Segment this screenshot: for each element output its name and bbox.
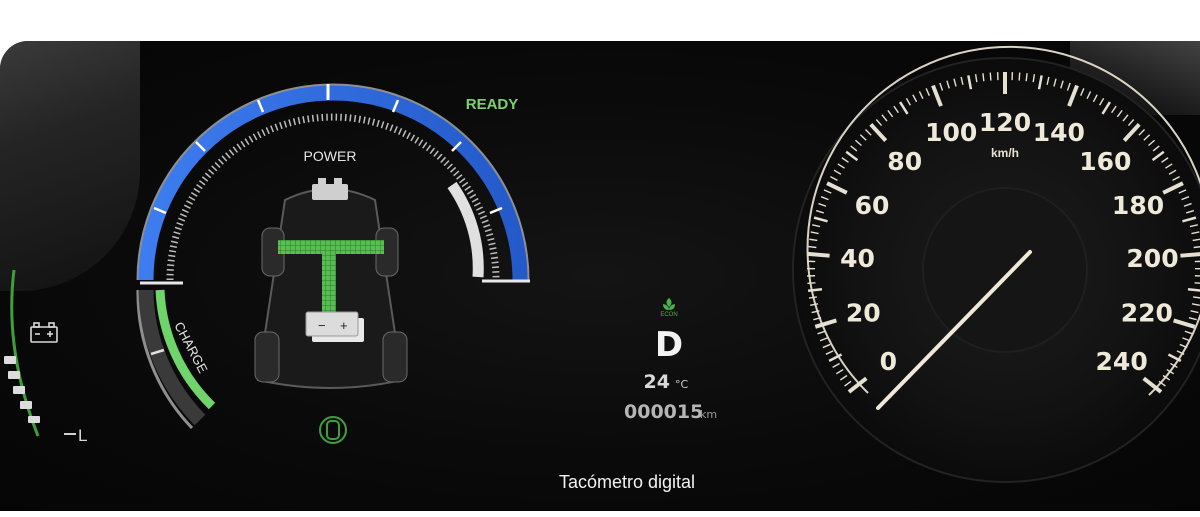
image-caption: Tacómetro digital bbox=[558, 472, 696, 492]
flow-bar-vertical bbox=[322, 254, 336, 312]
speed-label-80: 80 bbox=[887, 147, 922, 176]
minor-tick bbox=[1025, 73, 1028, 82]
speedometer-hub bbox=[922, 187, 1088, 353]
minor-tick bbox=[807, 282, 816, 285]
minor-tick bbox=[1018, 72, 1021, 81]
speed-unit-label: km/h bbox=[991, 146, 1019, 160]
power-label: POWER bbox=[304, 148, 357, 164]
speed-label-140: 140 bbox=[1033, 118, 1085, 147]
odometer-value: 000015 bbox=[624, 401, 703, 423]
minor-tick bbox=[982, 73, 985, 82]
side-gauge: L bbox=[4, 269, 87, 445]
instrument-cluster-photo: L POWER CHARGE READY − + ECON D 24 °C 00… bbox=[0, 41, 1200, 511]
speed-label-40: 40 bbox=[840, 244, 875, 273]
speed-label-20: 20 bbox=[846, 298, 881, 327]
speedometer: 0 20 40 60 80100 120 140160 180 200 220 240 km/h bbox=[792, 45, 1200, 483]
battery-icon bbox=[30, 322, 58, 343]
speed-label-180: 180 bbox=[1112, 191, 1164, 220]
minor-tick bbox=[1187, 287, 1200, 292]
speed-label-220: 220 bbox=[1121, 298, 1173, 327]
minor-tick bbox=[1194, 282, 1200, 284]
econ-label: ECON bbox=[660, 312, 677, 318]
side-gauge-low-label: L bbox=[78, 426, 87, 445]
power-meter-white-bar bbox=[447, 181, 484, 278]
speed-label-160: 160 bbox=[1079, 147, 1131, 176]
speed-label-120: 120 bbox=[979, 108, 1031, 137]
speed-label-60: 60 bbox=[855, 191, 890, 220]
temperature-unit: °C bbox=[675, 378, 689, 391]
major-tick bbox=[1180, 252, 1200, 258]
center-display: ECON D 24 °C 000015 km bbox=[624, 298, 717, 423]
temperature-value: 24 bbox=[644, 371, 670, 393]
minor-tick bbox=[1193, 246, 1200, 249]
hybrid-battery-icon: − + bbox=[305, 311, 364, 342]
engine-icon bbox=[312, 178, 348, 200]
side-gauge-arc bbox=[10, 269, 40, 437]
speed-label-200: 200 bbox=[1126, 244, 1178, 273]
svg-text:−: − bbox=[318, 318, 326, 333]
cluster-drawing: L POWER CHARGE READY − + ECON D 24 °C 00… bbox=[4, 45, 1200, 483]
side-gauge-bars bbox=[4, 356, 40, 423]
eco-assist-icon bbox=[319, 416, 347, 444]
energy-flow-car: − + bbox=[254, 178, 408, 389]
econ-leaf-icon bbox=[663, 298, 675, 310]
gear-indicator: D bbox=[655, 325, 683, 365]
speed-label-100: 100 bbox=[925, 118, 977, 147]
minor-tick bbox=[989, 72, 992, 81]
ready-indicator: READY bbox=[466, 96, 519, 113]
speed-label-240: 240 bbox=[1096, 347, 1148, 376]
minor-tick bbox=[807, 287, 823, 292]
speed-label-0: 0 bbox=[880, 347, 897, 376]
odometer-unit: km bbox=[700, 408, 717, 421]
flow-bar-horizontal bbox=[278, 240, 384, 254]
major-tick bbox=[807, 251, 830, 258]
minor-tick bbox=[808, 245, 817, 249]
svg-text:+: + bbox=[340, 318, 348, 333]
